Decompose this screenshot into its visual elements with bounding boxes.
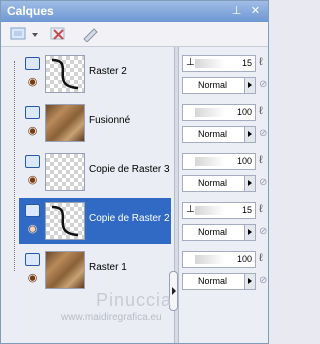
layer-props-copie-de-raster-2: ⊥ 15 ℓ Normal ⊘: [180, 198, 268, 244]
lock-transparency-icon[interactable]: ℓ: [259, 203, 268, 217]
layer-props-raster-2: ⊥ 15 ℓ Normal ⊘: [180, 51, 268, 97]
link-icon[interactable]: ⊘: [259, 275, 268, 289]
link-icon[interactable]: ⊘: [259, 226, 268, 240]
layer-props-copie-de-raster-3: 100 ℓ Normal ⊘: [180, 149, 268, 195]
opacity-slider[interactable]: 100: [182, 104, 256, 121]
layer-vector-icon[interactable]: [25, 253, 40, 266]
layer-name: Fusionné: [89, 115, 131, 126]
dropdown-arrow-icon[interactable]: [244, 127, 255, 142]
blend-mode-value: Normal: [198, 80, 228, 90]
dropdown-arrow-icon[interactable]: [244, 176, 255, 191]
blend-mode-value: Normal: [198, 129, 228, 139]
layer-thumbnail: [45, 202, 85, 240]
eye-icon[interactable]: ◉: [25, 175, 40, 186]
opacity-value: 15: [241, 205, 252, 215]
layer-vector-icon[interactable]: [25, 155, 40, 168]
group-tree-line: [14, 61, 15, 271]
opacity-slider[interactable]: ⊥ 15: [182, 55, 256, 72]
lock-transparency-icon[interactable]: ℓ: [259, 105, 268, 119]
layers-toolbar: [1, 22, 268, 47]
layer-name: Raster 2: [89, 66, 127, 77]
dropdown-arrow-icon[interactable]: [244, 225, 255, 240]
blend-mode-value: Normal: [198, 276, 228, 286]
watermark-name: Pinuccia: [96, 290, 173, 310]
layer-row-raster-1[interactable]: ◉ Raster 1: [19, 247, 171, 293]
eye-icon[interactable]: ◉: [25, 224, 40, 235]
chevron-right-icon: [172, 287, 176, 295]
layer-row-copie-de-raster-3[interactable]: ◉ Copie de Raster 3: [19, 149, 171, 195]
link-icon[interactable]: ⊘: [259, 79, 268, 93]
opacity-slider[interactable]: ⊥ 15: [182, 202, 256, 219]
dropdown-arrow-icon[interactable]: [244, 78, 255, 93]
dropdown-arrow-icon[interactable]: [244, 274, 255, 289]
blend-mode-select[interactable]: Normal: [182, 77, 256, 94]
layer-name: Raster 1: [89, 262, 127, 273]
slider-pin-icon: ⊥: [186, 204, 195, 215]
watermark-site: www.maidiregrafica.eu: [61, 312, 162, 323]
lock-transparency-icon[interactable]: ℓ: [259, 252, 268, 266]
delete-layer-icon[interactable]: [49, 26, 69, 42]
layer-vector-icon[interactable]: [25, 57, 40, 70]
slider-pin-icon: ⊥: [186, 57, 195, 68]
opacity-value: 15: [241, 58, 252, 68]
layer-name: Copie de Raster 3: [89, 164, 170, 175]
blend-mode-value: Normal: [198, 227, 228, 237]
lock-transparency-icon[interactable]: ℓ: [259, 56, 268, 70]
layer-props-fusionne: 100 ℓ Normal ⊘: [180, 100, 268, 146]
layer-row-raster-2[interactable]: ◉ Raster 2: [19, 51, 171, 97]
layer-vector-icon[interactable]: [25, 106, 40, 119]
blend-mode-select[interactable]: Normal: [182, 126, 256, 143]
close-icon[interactable]: ✕: [248, 4, 263, 18]
blend-mode-select[interactable]: Normal: [182, 175, 256, 192]
layer-props-raster-1: 100 ℓ Normal ⊘: [180, 247, 268, 293]
layer-thumbnail: [45, 153, 85, 191]
opacity-value: 100: [236, 107, 252, 117]
blend-mode-value: Normal: [198, 178, 228, 188]
new-layer-icon[interactable]: [9, 26, 31, 42]
layer-row-fusionne[interactable]: ◉ Fusionné: [19, 100, 171, 146]
pin-icon[interactable]: ⊥: [229, 4, 244, 18]
opacity-slider[interactable]: 100: [182, 153, 256, 170]
eye-icon[interactable]: ◉: [25, 77, 40, 88]
opacity-value: 100: [236, 254, 252, 264]
dropdown-arrow-icon[interactable]: [31, 26, 39, 42]
lock-transparency-icon[interactable]: ℓ: [259, 154, 268, 168]
layers-palette-window: Calques ⊥ ✕ ◉ Raster 2 ◉ Fusionné ◉ Copi…: [0, 0, 269, 344]
blend-mode-select[interactable]: Normal: [182, 224, 256, 241]
layer-thumbnail: [45, 251, 85, 289]
window-title: Calques: [7, 4, 54, 18]
blend-mode-select[interactable]: Normal: [182, 273, 256, 290]
layer-name: Copie de Raster 2: [89, 213, 170, 224]
eye-icon[interactable]: ◉: [25, 126, 40, 137]
layer-thumbnail: [45, 104, 85, 142]
link-icon[interactable]: ⊘: [259, 177, 268, 191]
layer-vector-icon[interactable]: [25, 204, 40, 217]
layer-thumbnail: [45, 55, 85, 93]
edit-icon[interactable]: [81, 26, 101, 42]
layer-row-copie-de-raster-2[interactable]: ◉ Copie de Raster 2: [19, 198, 171, 244]
opacity-slider[interactable]: 100: [182, 251, 256, 268]
title-bar[interactable]: Calques ⊥ ✕: [1, 1, 268, 22]
eye-icon[interactable]: ◉: [25, 273, 40, 284]
opacity-value: 100: [236, 156, 252, 166]
link-icon[interactable]: ⊘: [259, 128, 268, 142]
